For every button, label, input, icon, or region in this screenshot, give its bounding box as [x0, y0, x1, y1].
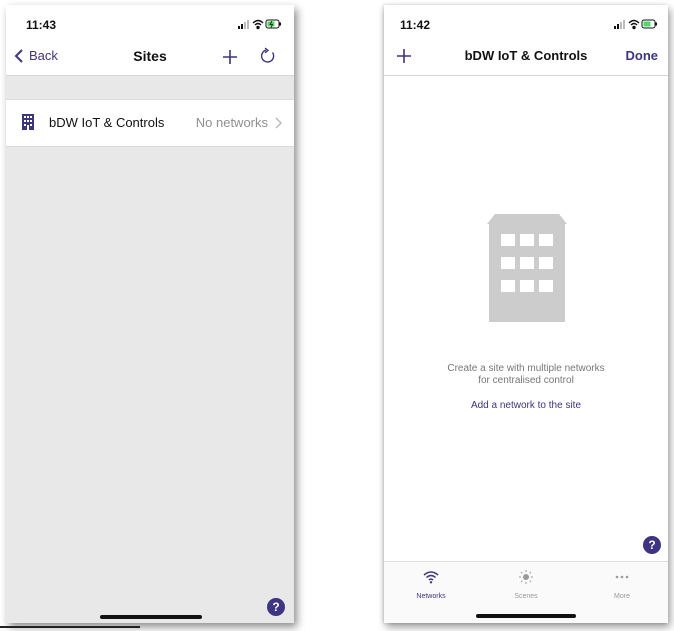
- sites-screen: 11:43 Back Sites bDW IoT & Controls No n…: [6, 5, 294, 623]
- ellipsis-icon: [615, 575, 629, 579]
- tab-more[interactable]: More: [592, 570, 652, 600]
- status-time: 11:42: [400, 18, 431, 32]
- tab-scenes-label: Scenes: [514, 593, 538, 600]
- tab-scenes[interactable]: Scenes: [496, 570, 556, 600]
- tab-more-label: More: [614, 593, 630, 600]
- sun-icon: [519, 570, 533, 584]
- site-network-status: No networks: [195, 115, 268, 130]
- refresh-icon[interactable]: [259, 47, 277, 65]
- building-icon: [22, 114, 34, 130]
- signal-icon: [614, 20, 625, 29]
- empty-state-line-2: for centralised control: [478, 375, 574, 386]
- status-icons: [614, 19, 657, 30]
- site-name: bDW IoT & Controls: [49, 115, 165, 130]
- wifi-status-icon: [628, 19, 640, 30]
- empty-state-message: Create a site with multiple networks for…: [424, 363, 628, 387]
- plus-icon[interactable]: [222, 49, 238, 65]
- help-button[interactable]: ?: [643, 536, 661, 554]
- page-edge-strip: [0, 626, 140, 628]
- tab-bar: Networks Scenes More: [384, 561, 668, 623]
- status-bar: 11:43: [6, 5, 294, 37]
- wifi-icon: [423, 571, 439, 584]
- chevron-right-icon: [275, 117, 282, 129]
- add-network-link[interactable]: Add a network to the site: [424, 400, 628, 411]
- nav-divider: [6, 75, 294, 76]
- tab-networks[interactable]: Networks: [401, 570, 461, 600]
- home-indicator: [476, 614, 576, 618]
- site-row[interactable]: bDW IoT & Controls No networks: [6, 99, 294, 147]
- tab-networks-label: Networks: [416, 593, 446, 600]
- wifi-status-icon: [252, 19, 264, 30]
- status-bar: 11:42: [384, 5, 668, 37]
- battery-icon: [641, 19, 657, 29]
- status-icons: [238, 19, 281, 30]
- nav-bar: bDW IoT & Controls Done: [384, 37, 668, 75]
- page-title: Sites: [133, 48, 167, 64]
- empty-state-line-1: Create a site with multiple networks: [447, 363, 605, 374]
- done-button[interactable]: Done: [626, 48, 659, 63]
- help-button[interactable]: ?: [267, 598, 285, 616]
- status-time: 11:43: [26, 18, 57, 32]
- nav-divider: [384, 75, 668, 76]
- signal-icon: [238, 20, 249, 29]
- site-detail-screen: 11:42 bDW IoT & Controls Done Create a s…: [384, 5, 668, 623]
- battery-icon: [265, 19, 281, 29]
- home-indicator: [100, 615, 202, 619]
- nav-bar: Back Sites: [6, 37, 294, 75]
- building-illustration-icon: [487, 214, 567, 322]
